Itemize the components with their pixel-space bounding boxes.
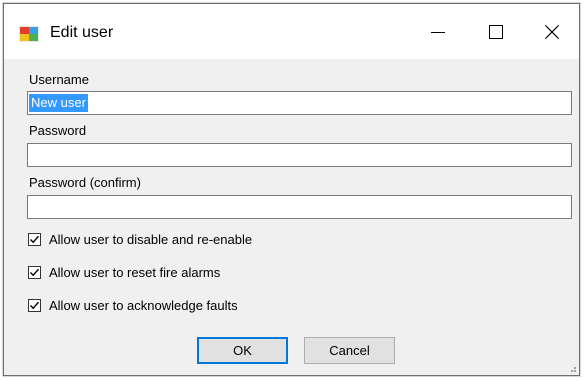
maximize-button[interactable] — [469, 4, 523, 59]
checkmark-icon — [30, 268, 40, 276]
username-value[interactable]: New user — [29, 94, 88, 112]
username-label: Username — [29, 72, 89, 87]
option-label: Allow user to disable and re-enable — [49, 231, 253, 247]
checkmark-icon — [30, 235, 40, 243]
ok-button[interactable]: OK — [197, 337, 288, 364]
option-disable-reenable[interactable]: Allow user to disable and re-enable — [28, 230, 252, 248]
checkbox-disable-reenable[interactable] — [28, 232, 41, 246]
option-label: Allow user to acknowledge faults — [49, 297, 238, 313]
password-confirm-label: Password (confirm) — [29, 175, 141, 190]
minimize-button[interactable] — [411, 4, 465, 59]
title-bar[interactable]: Edit user — [4, 4, 579, 59]
checkbox-reset-fire-alarms[interactable] — [28, 265, 41, 279]
password-confirm-field[interactable] — [27, 195, 572, 219]
cancel-button[interactable]: Cancel — [304, 337, 395, 364]
option-reset-fire-alarms[interactable]: Allow user to reset fire alarms — [28, 263, 220, 281]
username-field[interactable]: New user — [27, 91, 572, 115]
minimize-icon — [431, 31, 445, 33]
edit-user-dialog: Edit user Username New user Password Pas… — [3, 3, 580, 376]
window-title: Edit user — [50, 24, 114, 41]
app-icon — [19, 26, 39, 42]
option-acknowledge-faults[interactable]: Allow user to acknowledge faults — [28, 296, 238, 314]
checkmark-icon — [30, 301, 40, 309]
dialog-body: Username New user Password Password (con… — [4, 59, 579, 375]
password-label: Password — [29, 123, 87, 138]
password-field[interactable] — [27, 143, 572, 167]
resize-grip-icon[interactable] — [565, 361, 577, 373]
option-label: Allow user to reset fire alarms — [49, 264, 221, 280]
checkbox-acknowledge-faults[interactable] — [28, 298, 41, 312]
close-button[interactable] — [525, 4, 579, 59]
maximize-icon — [489, 24, 503, 39]
close-icon — [545, 24, 559, 39]
